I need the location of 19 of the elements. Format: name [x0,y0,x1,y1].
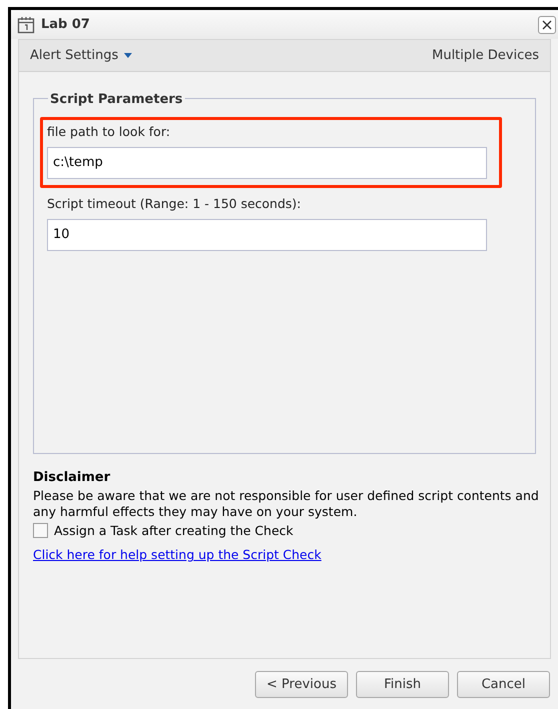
field-label: Script timeout (Range: 1 - 150 seconds): [47,194,302,213]
calendar-icon [17,16,35,34]
dialog-button[interactable]: Cancel [457,671,550,698]
input-field[interactable]: c:\temp [47,146,487,179]
devices-label: Multiple Devices [432,46,539,65]
help-link[interactable]: Click here for help setting up the Script Check [33,546,322,565]
caret-icon [124,52,132,58]
assign-task-label: Assign a Task after creating the Check [54,522,294,540]
alert-settings-dropdown[interactable]: Alert Settings [30,46,132,66]
field-label: file path to look for: [47,123,172,141]
assign-task-checkbox[interactable] [33,523,48,538]
close-icon [542,20,552,30]
input-field[interactable]: 10 [47,218,487,250]
window-title: Lab 07 [41,16,90,34]
disclaimer-heading: Disclaimer [33,469,112,487]
disclaimer-text: Please be aware that we are not responsible for user defined script contents and any harmful effects they may have on your system. [33,488,540,520]
dialog-button[interactable]: < Previous [255,671,348,698]
close-button[interactable] [538,16,556,34]
dialog-button[interactable]: Finish [356,671,449,698]
